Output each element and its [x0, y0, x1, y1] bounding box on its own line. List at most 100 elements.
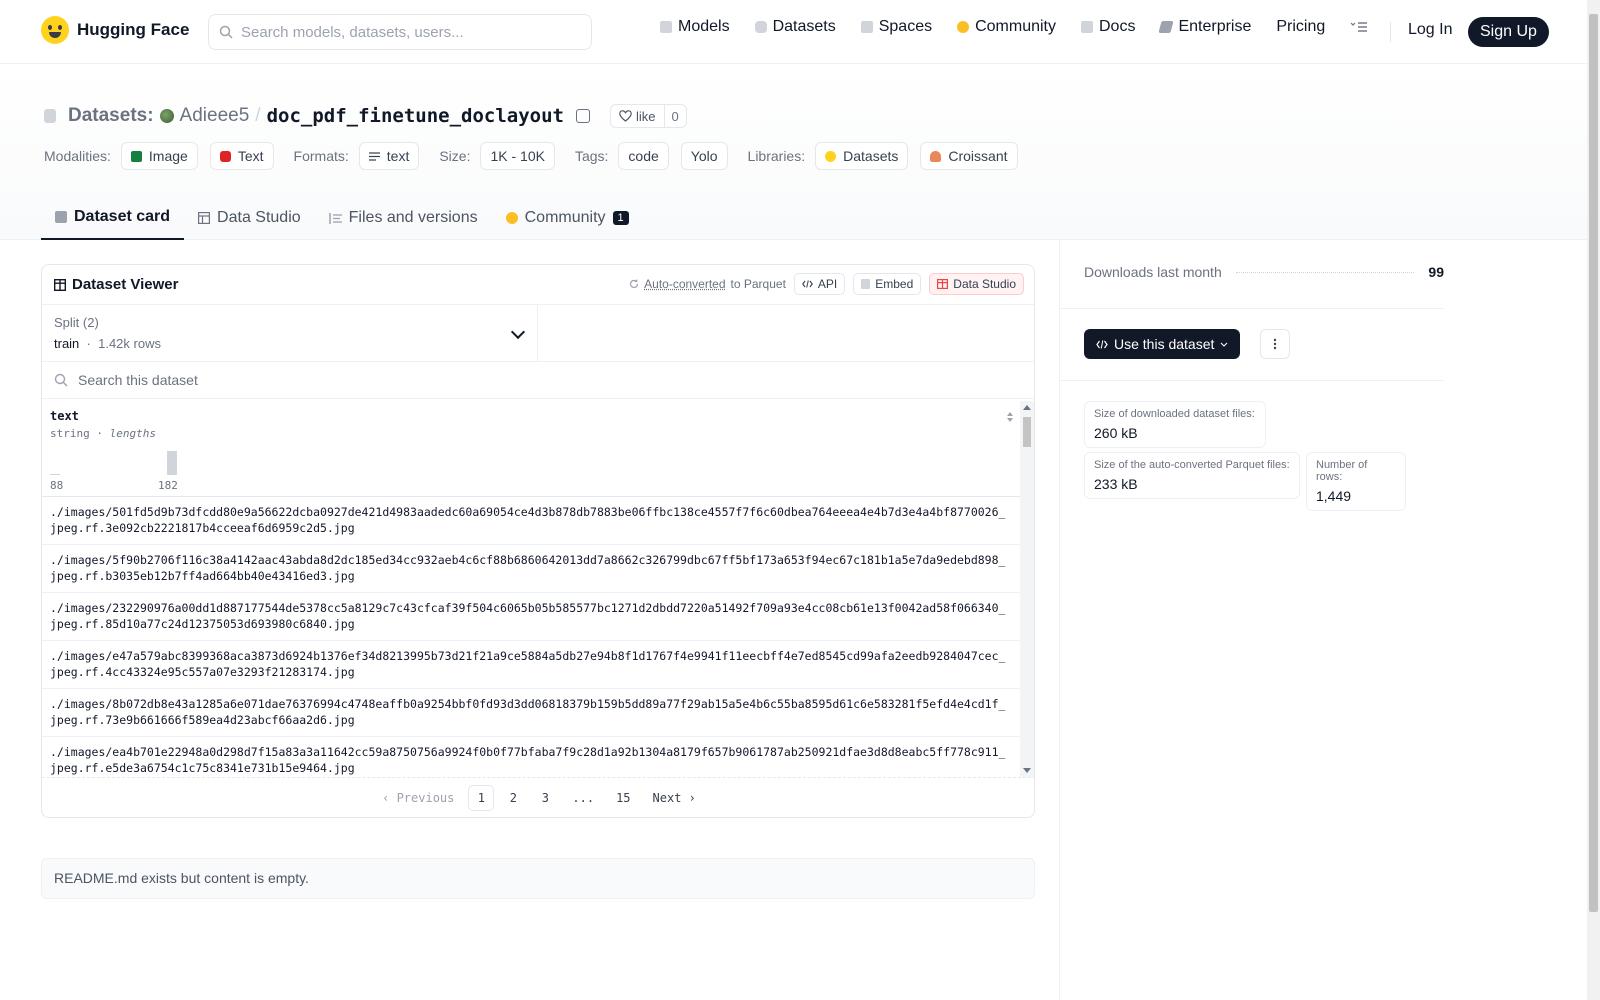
stat-parquet-size: Size of the auto-converted Parquet files… — [1084, 452, 1300, 499]
modality-chip-text[interactable]: Text — [209, 142, 274, 170]
stat-label: Number of rows: — [1316, 459, 1368, 483]
page-button[interactable]: 2 — [500, 785, 526, 811]
viewer-header: Dataset Viewer Auto-converted to Parquet… — [42, 265, 1034, 305]
divider — [1060, 380, 1444, 381]
nav-pricing-label: Pricing — [1276, 18, 1326, 35]
format-chip-text[interactable]: text — [358, 142, 420, 170]
column-stat-kind: lengths — [109, 427, 156, 440]
cube-icon — [55, 211, 67, 223]
login-link[interactable]: Log In — [1408, 21, 1452, 39]
pagination: ‹ Previous 1 2 3 ... 15 Next › — [42, 777, 1034, 817]
tab-label: Community — [524, 209, 606, 226]
page-button[interactable]: 3 — [532, 785, 558, 811]
page-button[interactable]: 15 — [608, 785, 638, 811]
previous-page-button[interactable]: ‹ Previous — [374, 785, 462, 811]
brand-logo[interactable]: Hugging Face — [41, 16, 189, 44]
signup-button[interactable]: Sign Up — [1468, 17, 1549, 47]
table-scrollbar[interactable] — [1020, 401, 1034, 777]
dataset-search[interactable] — [42, 362, 1034, 399]
split-value: train · 1.42k rows — [54, 336, 525, 351]
auto-converted-note: Auto-converted to Parquet — [629, 277, 786, 291]
spaces-icon — [860, 21, 873, 33]
data-studio-button[interactable]: Data Studio — [929, 273, 1024, 295]
tab-data-studio[interactable]: Data Studio — [184, 196, 315, 240]
nav-datasets[interactable]: Datasets — [754, 18, 836, 36]
tab-files-and-versions[interactable]: Files and versions — [315, 196, 492, 240]
page-scrollbar-thumb[interactable] — [1589, 14, 1598, 912]
chevron-down-icon — [1221, 342, 1228, 347]
downloads-stat: Downloads last month 99 — [1084, 264, 1444, 280]
stat-label: Size of the auto-converted Parquet files… — [1094, 459, 1290, 471]
readme-notice: README.md exists but content is empty. — [41, 858, 1035, 899]
nav-models[interactable]: Models — [660, 18, 730, 36]
downloads-label: Downloads last month — [1084, 264, 1222, 280]
image-icon — [130, 150, 142, 162]
table-row[interactable]: ./images/501fd5d9b73dfcdd80e9a56622dcba0… — [42, 497, 1020, 545]
nav-spaces-label: Spaces — [878, 18, 933, 35]
nav-enterprise[interactable]: Enterprise — [1158, 18, 1251, 36]
tag-chip-yolo[interactable]: Yolo — [680, 142, 728, 170]
scrollbar-thumb[interactable] — [1023, 417, 1031, 447]
page-button[interactable]: 1 — [468, 784, 495, 811]
global-search-input[interactable] — [241, 23, 571, 41]
hugging-face-logo-icon — [41, 16, 69, 44]
like-action[interactable]: like — [611, 105, 665, 127]
table-row[interactable]: ./images/e47a579abc8399368aca3873d6924b1… — [42, 641, 1020, 689]
menu-icon — [1350, 22, 1368, 32]
page-scrollbar[interactable] — [1587, 0, 1600, 1000]
library-chip-datasets[interactable]: Datasets — [815, 142, 909, 170]
embed-button[interactable]: Embed — [853, 273, 922, 295]
dataset-search-input[interactable] — [78, 372, 478, 388]
nav-spaces[interactable]: Spaces — [860, 18, 933, 36]
table-row[interactable]: ./images/ea4b701e22948a0d298d7f15a83a3a1… — [42, 737, 1020, 777]
tag-chip-code[interactable]: code — [618, 142, 669, 170]
nav-docs[interactable]: Docs — [1081, 18, 1135, 36]
top-navbar: Hugging Face Models Datasets Spaces Comm… — [0, 0, 1587, 64]
histogram-max: 182 — [158, 479, 178, 492]
chip-label: Croissant — [948, 148, 1008, 164]
copy-icon[interactable] — [575, 109, 590, 123]
stat-label: Size of downloaded dataset files: — [1094, 408, 1255, 420]
nav-more-menu[interactable] — [1350, 21, 1368, 33]
table-row[interactable]: ./images/5f90b2706f116c38a4142aac43abda8… — [42, 545, 1020, 593]
next-page-button[interactable]: Next › — [645, 785, 704, 811]
modality-chip-image[interactable]: Image — [120, 142, 198, 170]
stat-downloaded-size: Size of downloaded dataset files: 260 kB — [1084, 401, 1266, 448]
modalities-label: Modalities: — [44, 148, 111, 164]
size-chip[interactable]: 1K - 10K — [480, 142, 555, 170]
text-lines-icon — [368, 151, 380, 161]
global-search[interactable] — [208, 14, 592, 50]
more-options-button[interactable] — [1260, 329, 1290, 359]
length-histogram — [50, 451, 190, 475]
like-button[interactable]: like 0 — [609, 104, 687, 128]
table-row[interactable]: ./images/8b072db8e43a1285a6e071dae763769… — [42, 689, 1020, 737]
histogram-bar[interactable] — [50, 474, 60, 475]
column-type: string · lengths — [50, 427, 1012, 440]
nav-pricing[interactable]: Pricing — [1276, 18, 1325, 36]
chip-label: text — [386, 148, 410, 164]
column-header-text: text string · lengths 88 182 — [42, 401, 1020, 497]
auto-converted-link[interactable]: Auto-converted — [644, 277, 725, 291]
models-icon — [660, 21, 672, 33]
api-button[interactable]: API — [793, 273, 846, 295]
use-this-dataset-button[interactable]: Use this dataset — [1084, 329, 1241, 359]
repo-name[interactable]: doc_pdf_finetune_doclayout — [267, 105, 564, 127]
repo-metadata: Modalities: Image Text Formats: text Siz… — [44, 142, 1024, 170]
repo-type-link[interactable]: Datasets: — [68, 105, 154, 127]
viewer-actions: Auto-converted to Parquet API Embed Data… — [629, 273, 1024, 295]
scroll-down-icon[interactable] — [1023, 768, 1031, 773]
table-icon — [937, 279, 949, 289]
table-row[interactable]: ./images/232290976a00dd1d887177544de5378… — [42, 593, 1020, 641]
scroll-up-icon[interactable] — [1023, 405, 1031, 410]
owner-link[interactable]: Adieee5 — [180, 105, 250, 127]
like-count[interactable]: 0 — [665, 109, 686, 124]
tab-community[interactable]: Community 1 — [492, 196, 643, 240]
histogram-bar[interactable] — [167, 451, 177, 475]
library-chip-croissant[interactable]: Croissant — [920, 142, 1018, 170]
split-selector[interactable]: Split (2) train · 1.42k rows — [42, 305, 538, 361]
split-name: train — [54, 336, 80, 351]
nav-community[interactable]: Community — [957, 18, 1056, 36]
tab-label: Data Studio — [217, 209, 301, 226]
sort-icon[interactable] — [1006, 411, 1014, 423]
tab-dataset-card[interactable]: Dataset card — [41, 196, 185, 240]
